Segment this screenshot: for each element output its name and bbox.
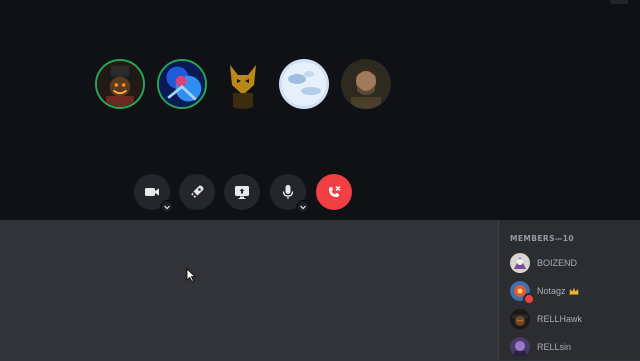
crown-icon [569,287,579,295]
member-name: RELLHawk [537,314,583,324]
blue-warrior-avatar [159,61,205,107]
bearded-man-avatar [341,59,391,109]
participant-avatar[interactable] [95,59,145,109]
member-item[interactable]: RELLHawk [499,305,640,333]
video-camera-icon [145,188,159,196]
microphone-options-button[interactable] [296,200,310,214]
member-item[interactable]: BOIZEND [499,249,640,277]
participant-avatar[interactable] [279,59,329,109]
participant-avatar[interactable] [157,59,207,109]
villain-avatar [97,61,143,107]
chevron-down-icon [164,205,170,210]
disconnect-button[interactable] [316,174,352,210]
member-list: MEMBERS—10 BOIZEND Notagz RELLHawk RELLs… [498,220,640,360]
voice-call-stage [0,0,640,220]
avatar [510,253,530,273]
avatar [510,309,530,329]
gold-cat-avatar [218,59,268,109]
participant-avatar[interactable] [341,59,391,109]
rocket-icon [191,185,204,198]
dnd-status-icon [523,293,535,305]
end-call-icon [329,186,341,197]
chevron-down-icon [300,205,306,210]
boizend-avatar [510,253,530,273]
microphone-icon [282,185,294,199]
activity-button[interactable] [179,174,215,210]
member-list-header: MEMBERS—10 [510,234,575,243]
screen-share-button[interactable] [224,174,260,210]
participant-avatar[interactable] [218,59,268,109]
mouse-cursor-icon [186,268,196,282]
microphone-button[interactable] [270,174,310,214]
screen-share-icon [235,186,249,199]
avatar [510,337,530,357]
camera-options-button[interactable] [160,200,174,214]
member-name: Notagz [537,286,566,296]
member-name: BOIZEND [537,258,578,268]
snowy-planet-avatar [279,59,329,109]
corner-icon[interactable] [610,0,628,4]
camera-button[interactable] [134,174,174,214]
rellhawk-avatar [510,309,530,329]
member-item[interactable]: Notagz [499,277,640,305]
member-item[interactable]: RELLsin [499,333,640,361]
member-name: RELLsin [537,342,572,352]
rellsin-avatar [510,337,530,357]
